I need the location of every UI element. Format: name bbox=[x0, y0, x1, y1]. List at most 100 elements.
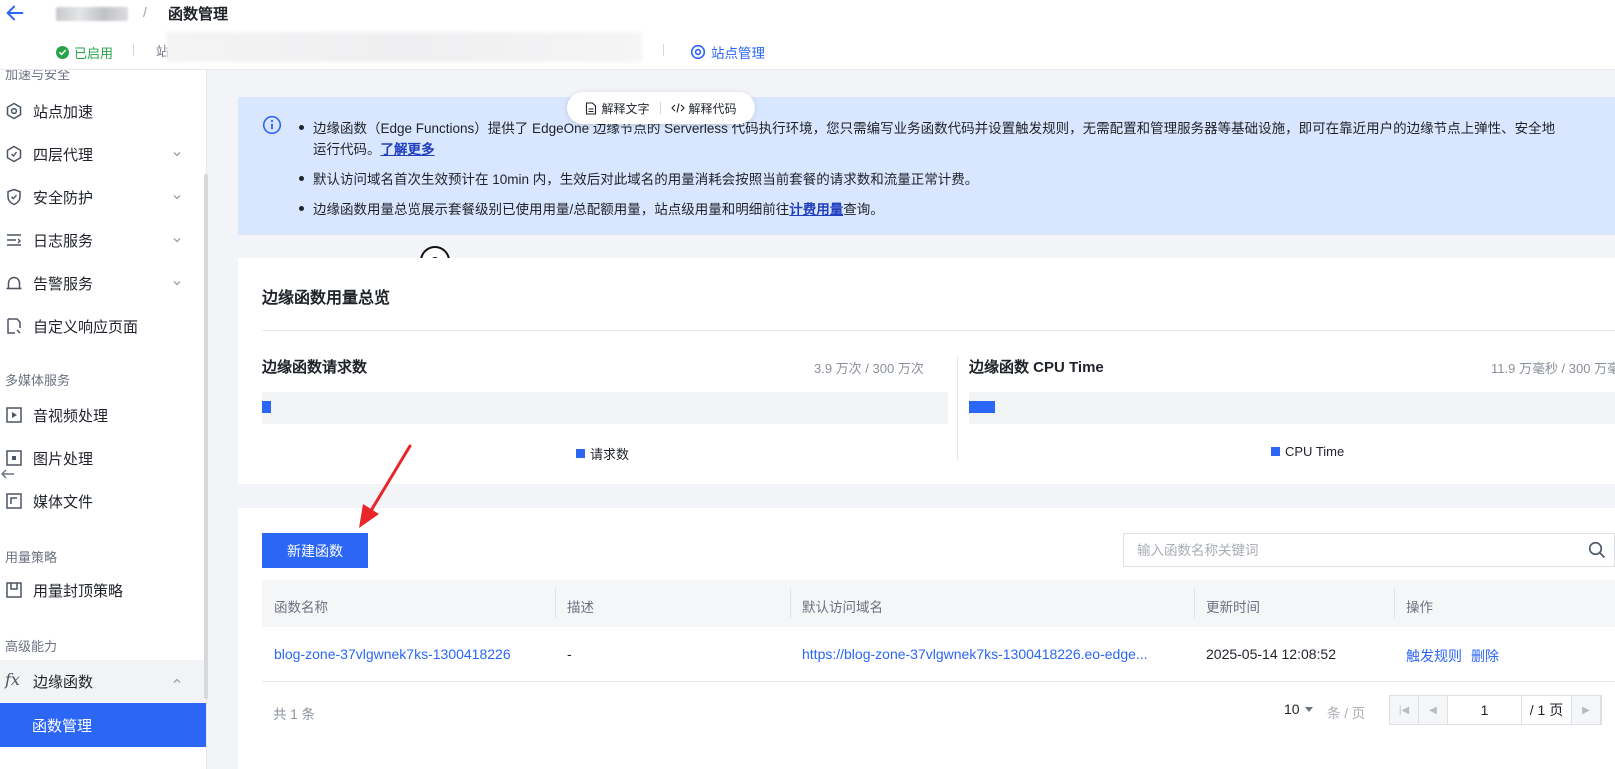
sidebar-item-label: 音视频处理 bbox=[33, 407, 109, 425]
sidebar-item-label: 用量封顶策略 bbox=[33, 582, 124, 600]
column-header-name: 函数名称 bbox=[274, 600, 328, 615]
sidebar-scrollbar[interactable] bbox=[204, 174, 208, 699]
notice-text: 默认访问域名首次生效预计在 10min 内，生效后对此域名的用量消耗会按照当前套… bbox=[313, 172, 979, 187]
column-header-default-domain: 默认访问域名 bbox=[802, 600, 883, 615]
notice-text: 边缘函数用量总览展示套餐级别已使用用量/总配额用量，站点级用量和明细前往 bbox=[313, 202, 790, 217]
sidebar-item-function-management[interactable]: 函数管理 bbox=[0, 703, 206, 747]
next-page-icon[interactable]: ▶ bbox=[1572, 696, 1601, 724]
gear-icon bbox=[690, 44, 706, 60]
cpu-progress-fill bbox=[969, 401, 995, 413]
sidebar-item-alarm-service[interactable]: 告警服务 bbox=[0, 264, 206, 302]
sidebar-item-custom-response-page[interactable]: 自定义响应页面 bbox=[0, 307, 206, 345]
sidebar-item-layer4-proxy[interactable]: 四层代理 bbox=[0, 135, 206, 173]
per-page-label: 条 / 页 bbox=[1327, 706, 1366, 721]
sidebar-item-usage-cap-policy[interactable]: 用量封顶策略 bbox=[0, 571, 206, 609]
site-manage-link[interactable]: 站点管理 bbox=[690, 42, 765, 62]
sidebar-item-media-files[interactable]: 媒体文件 bbox=[0, 482, 206, 520]
column-divider bbox=[790, 588, 791, 618]
trigger-rules-link[interactable]: 触发规则 bbox=[1406, 646, 1462, 666]
info-icon bbox=[262, 115, 282, 135]
learn-more-link[interactable]: 了解更多 bbox=[381, 142, 435, 157]
cpu-metric-title: 边缘函数 CPU Time bbox=[969, 359, 1104, 376]
explain-toolbar: 解释文字 解释代码 bbox=[567, 92, 755, 124]
notice-text: 运行代码。 bbox=[313, 142, 381, 157]
sidebar-group-security: 加速与安全 bbox=[5, 70, 71, 82]
sidebar-item-log-service[interactable]: 日志服务 bbox=[0, 221, 206, 259]
page-title: 函数管理 bbox=[168, 6, 229, 23]
function-search-input[interactable] bbox=[1137, 542, 1557, 558]
chevron-up-icon bbox=[173, 678, 181, 683]
sidebar-item-label: 媒体文件 bbox=[33, 493, 94, 511]
check-circle-icon bbox=[56, 46, 69, 59]
sidebar-group-media: 多媒体服务 bbox=[5, 373, 71, 388]
first-page-icon[interactable]: |◀ bbox=[1390, 696, 1419, 724]
image-icon bbox=[6, 450, 22, 466]
site-domain-redacted bbox=[166, 32, 642, 62]
sidebar-item-label: 站点加速 bbox=[33, 103, 94, 121]
cap-policy-icon bbox=[6, 582, 22, 598]
layer4-icon bbox=[6, 145, 22, 163]
notice-line-3: 边缘函数用量总览展示套餐级别已使用用量/总配额用量，站点级用量和明细前往计费用量… bbox=[299, 198, 884, 218]
status-text: 已启用 bbox=[74, 46, 114, 61]
sidebar-item-edge-functions[interactable]: fx 边缘函数 bbox=[0, 660, 206, 702]
divider bbox=[957, 356, 958, 461]
notice-text: 边缘函数（Edge Functions）提供了 EdgeOne 边缘节点的 Se… bbox=[313, 121, 1556, 136]
shield-icon bbox=[7, 188, 21, 206]
video-icon bbox=[6, 407, 22, 423]
pagination: |◀ ◀ / 1 页 ▶ bbox=[1389, 695, 1602, 725]
top-header: / 函数管理 已启用 站 站点管理 bbox=[0, 0, 1615, 70]
search-icon[interactable] bbox=[1588, 541, 1606, 559]
total-pages: / 1 页 bbox=[1522, 696, 1572, 724]
breadcrumb-site-name-redacted[interactable] bbox=[56, 7, 128, 21]
sidebar-item-label: 图片处理 bbox=[33, 450, 94, 468]
cpu-legend: CPU Time bbox=[1271, 444, 1344, 459]
sidebar-group-usage: 用量策略 bbox=[5, 550, 58, 565]
explain-code-button[interactable]: 解释代码 bbox=[670, 100, 737, 117]
sidebar-item-label: 日志服务 bbox=[33, 232, 94, 250]
usage-overview-title: 边缘函数用量总览 bbox=[262, 290, 391, 307]
code-icon bbox=[670, 103, 685, 113]
arrow-left-icon[interactable] bbox=[4, 2, 26, 24]
divider bbox=[262, 330, 1615, 331]
sidebar-group-advanced: 高级能力 bbox=[5, 639, 58, 654]
usage-overview-card bbox=[238, 258, 1615, 484]
divider bbox=[262, 681, 1615, 682]
requests-progress-track bbox=[262, 392, 948, 424]
column-divider bbox=[555, 588, 556, 618]
sidebar-item-av-processing[interactable]: 音视频处理 bbox=[0, 396, 206, 434]
column-divider bbox=[1194, 588, 1195, 618]
column-header-description: 描述 bbox=[567, 600, 594, 615]
notice-line-2: 默认访问域名首次生效预计在 10min 内，生效后对此域名的用量消耗会按照当前套… bbox=[299, 168, 978, 188]
billing-usage-link[interactable]: 计费用量 bbox=[789, 202, 843, 217]
function-name-link[interactable]: blog-zone-37vlgwnek7ks-1300418226 bbox=[274, 646, 511, 662]
function-domain-link[interactable]: https://blog-zone-37vlgwnek7ks-130041822… bbox=[802, 646, 1182, 662]
column-header-updated-time: 更新时间 bbox=[1206, 600, 1260, 615]
new-function-button[interactable]: 新建函数 bbox=[262, 533, 368, 568]
column-divider bbox=[1394, 588, 1395, 618]
sidebar-item-image-processing[interactable]: 图片处理 bbox=[0, 439, 206, 477]
sidebar-item-label: 告警服务 bbox=[33, 275, 94, 293]
sidebar-item-label: 自定义响应页面 bbox=[33, 318, 139, 336]
legend-swatch bbox=[1271, 447, 1280, 456]
function-description: - bbox=[567, 646, 572, 662]
requests-legend: 请求数 bbox=[576, 444, 629, 463]
divider bbox=[663, 44, 664, 56]
requests-metric-value: 3.9 万次 / 300 万次 bbox=[814, 361, 924, 376]
page-size-select[interactable]: 10 bbox=[1284, 701, 1313, 717]
sidebar-item-label: 函数管理 bbox=[32, 717, 93, 735]
delete-link[interactable]: 删除 bbox=[1471, 646, 1499, 666]
prev-page-icon[interactable]: ◀ bbox=[1419, 696, 1448, 724]
divider bbox=[133, 44, 134, 56]
site-manage-label: 站点管理 bbox=[711, 46, 765, 61]
notice-text: 查询。 bbox=[843, 202, 884, 217]
legend-label: 请求数 bbox=[590, 447, 630, 462]
page-number-input[interactable] bbox=[1448, 696, 1522, 724]
notice-line-1-cont: 运行代码。了解更多 bbox=[313, 138, 435, 158]
sidebar-item-site-acceleration[interactable]: 站点加速 bbox=[0, 92, 206, 130]
notice-line-1: 边缘函数（Edge Functions）提供了 EdgeOne 边缘节点的 Se… bbox=[299, 117, 1555, 137]
divider bbox=[659, 102, 661, 114]
explain-text-button[interactable]: 解释文字 bbox=[585, 100, 650, 117]
sidebar-item-security[interactable]: 安全防护 bbox=[0, 178, 206, 216]
document-icon bbox=[586, 101, 597, 115]
function-updated-time: 2025-05-14 12:08:52 bbox=[1206, 646, 1336, 662]
